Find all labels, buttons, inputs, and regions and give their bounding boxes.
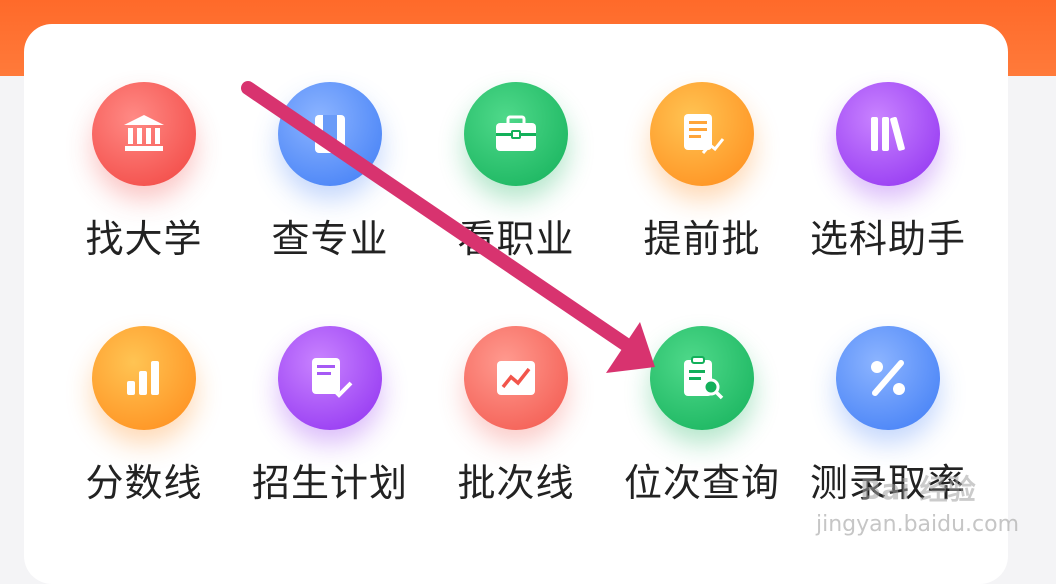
grid-item-enrollment-plan[interactable]: 招生计划 <box>235 326 425 526</box>
briefcase-icon <box>464 82 568 186</box>
grid-item-rank-query[interactable]: 位次查询 <box>607 326 797 526</box>
book-icon <box>278 82 382 186</box>
grid-item-subject-assistant[interactable]: 选科助手 <box>793 82 983 282</box>
percent-icon <box>836 326 940 430</box>
books-icon <box>836 82 940 186</box>
grid-item-label: 分数线 <box>85 461 203 505</box>
grid-item-label: 找大学 <box>85 217 203 261</box>
watermark-logo: Bai 经验 <box>860 473 976 506</box>
grid-item-check-major[interactable]: 查专业 <box>235 82 425 282</box>
university-icon <box>92 82 196 186</box>
clipboard-search-icon <box>650 326 754 430</box>
watermark: Bai 经验 jingyan.baidu.com <box>806 468 1020 548</box>
bar-chart-icon <box>92 326 196 430</box>
grid-item-label: 查专业 <box>271 217 389 261</box>
document-chart-icon <box>650 82 754 186</box>
grid-item-find-university[interactable]: 找大学 <box>49 82 239 282</box>
grid-item-score-line[interactable]: 分数线 <box>49 326 239 526</box>
grid-item-label: 位次查询 <box>623 461 780 505</box>
grid-item-label: 看职业 <box>457 217 575 261</box>
grid-item-label: 选科助手 <box>809 217 966 261</box>
grid-item-batch-line[interactable]: 批次线 <box>421 326 611 526</box>
grid-item-label: 提前批 <box>643 217 761 261</box>
grid-item-early-batch[interactable]: 提前批 <box>607 82 797 282</box>
grid-item-label: 招生计划 <box>251 461 408 505</box>
watermark-url: jingyan.baidu.com <box>816 512 1020 537</box>
grid-item-label: 批次线 <box>457 461 575 505</box>
grid-item-view-career[interactable]: 看职业 <box>421 82 611 282</box>
document-check-icon <box>278 326 382 430</box>
line-chart-icon <box>464 326 568 430</box>
